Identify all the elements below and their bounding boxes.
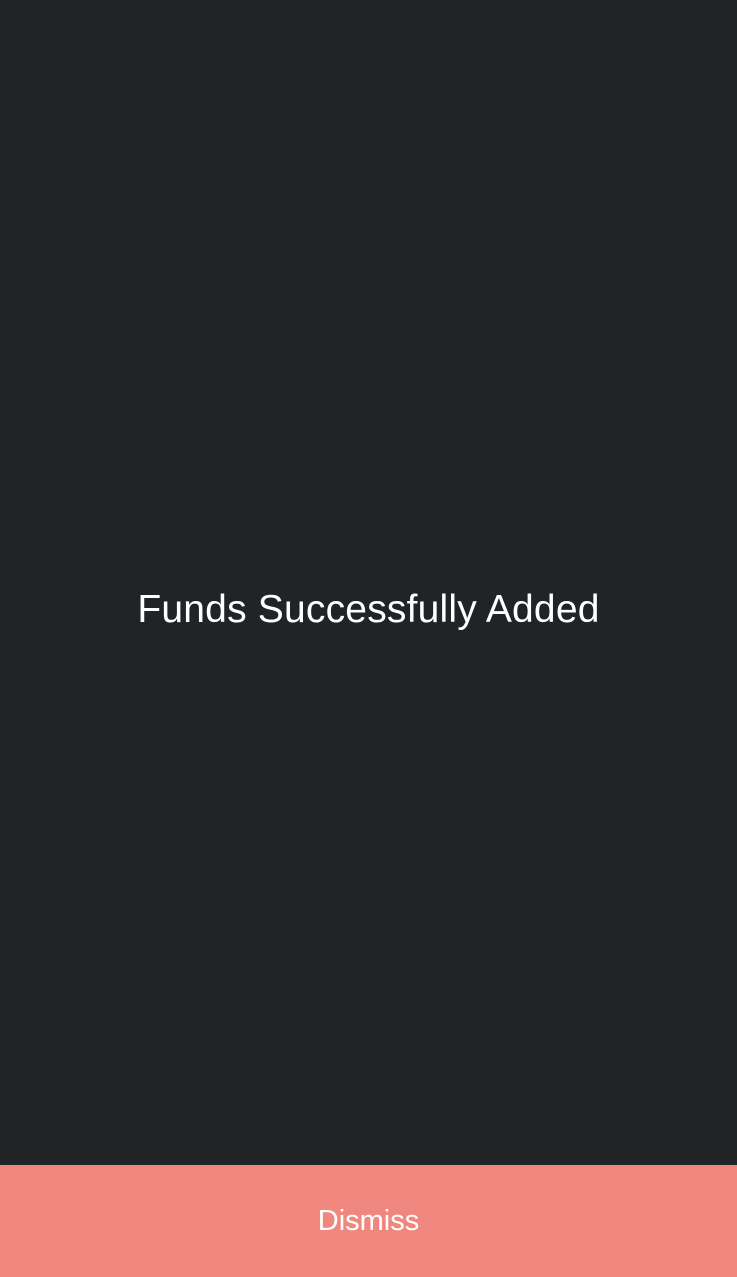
success-screen: Funds Successfully Added Dismiss <box>0 0 737 1277</box>
success-message: Funds Successfully Added <box>137 588 600 631</box>
dismiss-button[interactable]: Dismiss <box>0 1165 737 1277</box>
